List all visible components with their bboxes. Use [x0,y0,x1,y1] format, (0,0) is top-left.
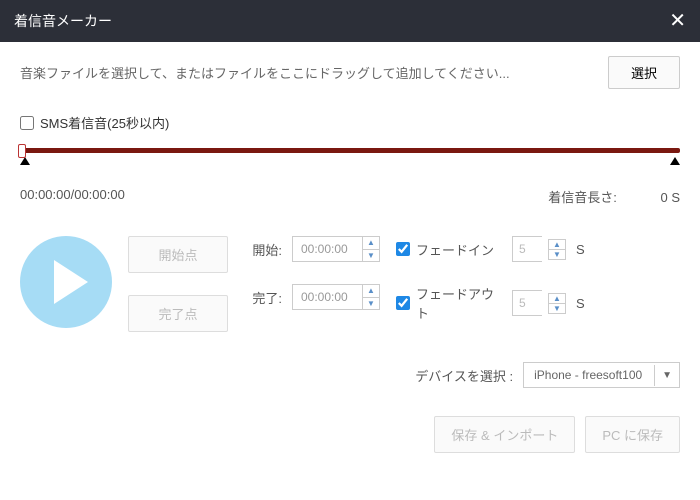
fade-out-row: フェードアウト ▲ ▼ S [396,284,585,322]
duration-label: 着信音長さ: [548,190,617,205]
start-time-label: 開始: [244,240,282,259]
end-point-button[interactable]: 完了点 [128,295,228,332]
device-row: デバイスを選択 : iPhone - freesoft100 ▼ [0,344,700,388]
device-value: iPhone - freesoft100 [524,363,654,387]
save-pc-button[interactable]: PC に保存 [585,416,680,453]
end-time-input-wrap: ▲ ▼ [292,284,380,310]
device-select[interactable]: iPhone - freesoft100 ▼ [523,362,680,388]
end-marker-icon[interactable] [670,157,680,165]
fade-out-value[interactable] [512,290,542,316]
end-time-label: 完了: [244,288,282,307]
chevron-up-icon[interactable]: ▲ [549,240,565,250]
chevron-down-icon[interactable]: ▼ [549,250,565,259]
file-hint-text: 音楽ファイルを選択して、またはファイルをここにドラッグして追加してください... [20,63,510,82]
timeline-markers [20,157,680,165]
sms-option-row: SMS着信音(25秒以内) [0,89,700,142]
start-time-input-wrap: ▲ ▼ [292,236,380,262]
chevron-up-icon[interactable]: ▲ [363,237,379,250]
fade-out-label: フェードアウト [416,284,506,322]
time-display: 00:00:00/00:00:00 [20,187,125,206]
fade-out-checkbox[interactable] [396,296,410,310]
sms-checkbox[interactable] [20,116,34,130]
start-time-row: 開始: ▲ ▼ [244,236,380,262]
end-time-input[interactable] [292,284,362,310]
play-button[interactable] [20,236,112,328]
end-time-row: 完了: ▲ ▼ [244,284,380,310]
sms-checkbox-label[interactable]: SMS着信音(25秒以内) [20,113,680,132]
controls-area: 開始点 完了点 開始: ▲ ▼ 完了: ▲ ▼ [0,206,700,344]
fade-in-label: フェードイン [416,240,506,259]
fade-in-row: フェードイン ▲ ▼ S [396,236,585,262]
fade-in-checkbox[interactable] [396,242,410,256]
chevron-up-icon[interactable]: ▲ [549,294,565,304]
bottom-actions: 保存 & インポート PC に保存 [0,388,700,453]
fade-out-spinner: ▲ ▼ [548,293,566,314]
start-time-spinner: ▲ ▼ [362,236,380,262]
start-marker-icon[interactable] [20,157,30,165]
titlebar: 着信音メーカー ✕ [0,0,700,42]
start-time-input[interactable] [292,236,362,262]
duration-wrap: 着信音長さ: 0 S [548,187,680,206]
fade-in-unit: S [576,242,585,257]
end-time-spinner: ▲ ▼ [362,284,380,310]
save-import-button[interactable]: 保存 & インポート [434,416,575,453]
chevron-down-icon[interactable]: ▼ [549,304,565,313]
file-select-row: 音楽ファイルを選択して、またはファイルをここにドラッグして追加してください...… [0,42,700,89]
chevron-down-icon[interactable]: ▼ [363,250,379,262]
time-info-row: 00:00:00/00:00:00 着信音長さ: 0 S [0,165,700,206]
duration-value: 0 S [660,190,680,205]
play-icon [54,260,88,304]
chevron-down-icon[interactable]: ▼ [654,365,679,386]
timeline-track[interactable] [20,148,680,153]
fade-in-spinner: ▲ ▼ [548,239,566,260]
device-label: デバイスを選択 : [415,366,513,385]
chevron-down-icon[interactable]: ▼ [363,298,379,310]
timeline-handle[interactable] [18,144,26,158]
chevron-up-icon[interactable]: ▲ [363,285,379,298]
title-text: 着信音メーカー [14,11,112,31]
fade-out-unit: S [576,296,585,311]
start-point-button[interactable]: 開始点 [128,236,228,273]
fade-col: フェードイン ▲ ▼ S フェードアウト ▲ ▼ S [396,236,585,322]
select-file-button[interactable]: 選択 [608,56,680,89]
sms-label-text: SMS着信音(25秒以内) [40,113,169,132]
timeline [0,142,700,165]
fade-in-value[interactable] [512,236,542,262]
point-buttons-col: 開始点 完了点 [128,236,228,332]
close-icon[interactable]: ✕ [669,11,686,31]
time-inputs-col: 開始: ▲ ▼ 完了: ▲ ▼ [244,236,380,310]
